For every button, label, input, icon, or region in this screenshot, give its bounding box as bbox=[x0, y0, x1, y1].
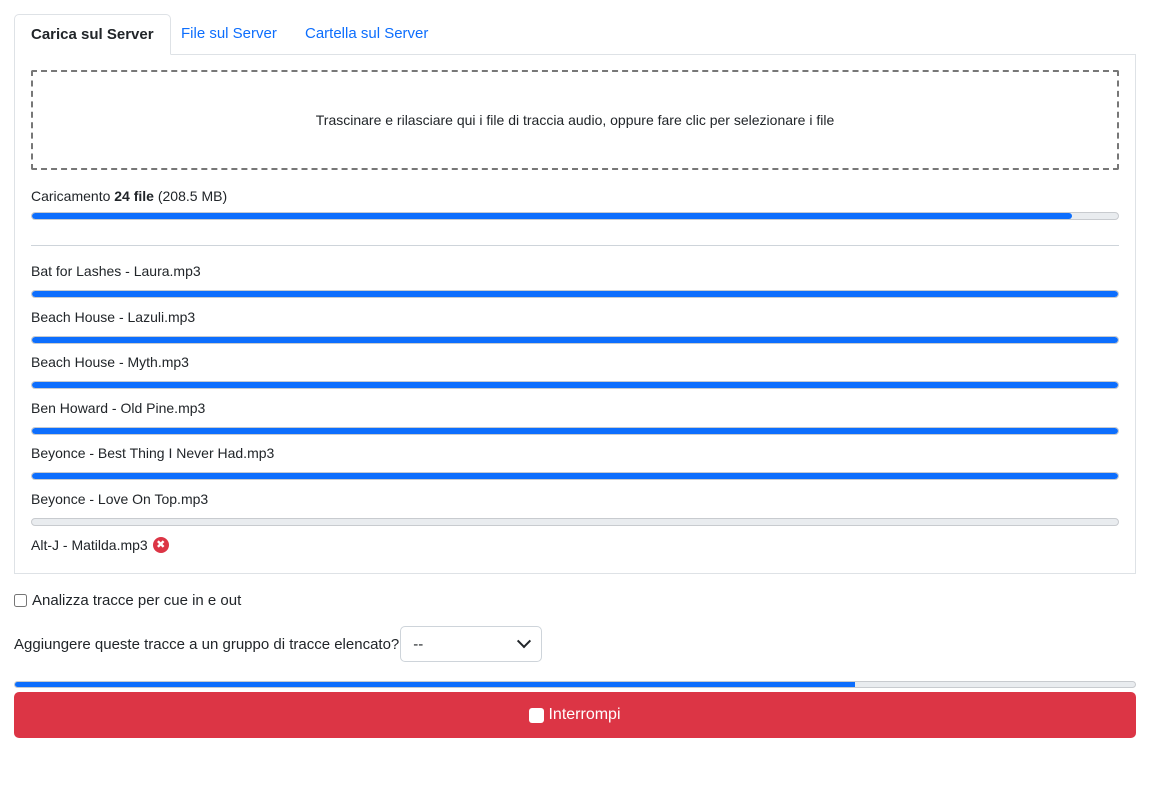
stop-button[interactable]: Interrompi bbox=[14, 692, 1136, 738]
file-name-text: Beach House - Myth.mp3 bbox=[31, 354, 189, 371]
file-name: Bat for Lashes - Laura.mp3 bbox=[31, 263, 201, 279]
file-progress-fill bbox=[32, 291, 1118, 297]
file-name-text: Beyonce - Best Thing I Never Had.mp3 bbox=[31, 445, 275, 462]
file-progress-fill bbox=[32, 473, 1118, 480]
file-name: Beach House - Lazuli.mp3 bbox=[31, 309, 195, 325]
file-progress-fill bbox=[32, 427, 1118, 434]
file-name: Beach House - Myth.mp3 bbox=[31, 354, 189, 370]
tab-upload-to-server[interactable]: Carica sul Server bbox=[14, 14, 171, 55]
file-name: Beyonce - Best Thing I Never Had.mp3 bbox=[31, 445, 274, 461]
track-group-label: Aggiungere queste tracce a un gruppo di … bbox=[14, 635, 400, 653]
file-name: Beyonce - Love On Top.mp3 bbox=[31, 491, 208, 507]
file-name-text: Beach House - Lazuli.mp3 bbox=[31, 308, 196, 325]
tab-folder-on-server[interactable]: Cartella sul Server bbox=[289, 14, 444, 54]
overall-upload-label: Caricamento 24 file (208.5 MB) bbox=[31, 188, 227, 204]
error-x-icon: ✖ bbox=[152, 536, 169, 553]
overall-file-count: 24 file bbox=[114, 188, 154, 204]
file-name-text: Bat for Lashes - Laura.mp3 bbox=[31, 263, 201, 279]
file-dropzone[interactable]: Trascinare e rilasciare qui i file di tr… bbox=[31, 70, 1119, 170]
track-group-selected-value: -- bbox=[413, 635, 424, 653]
file-name: Alt-J - Matilda.mp3 ✖ bbox=[31, 536, 169, 553]
stop-icon bbox=[529, 707, 545, 723]
main-progress-fill bbox=[15, 682, 855, 687]
file-name-text: Alt-J - Matilda.mp3 bbox=[31, 536, 148, 553]
overall-progress-fill bbox=[32, 213, 1073, 219]
file-name-text: Ben Howard - Old Pine.mp3 bbox=[31, 399, 206, 416]
overall-size: (208.5 MB) bbox=[157, 188, 228, 204]
file-progress-bar bbox=[31, 472, 1119, 481]
analyze-cue-checkbox[interactable] bbox=[14, 594, 27, 607]
file-progress-bar bbox=[31, 426, 1119, 435]
file-progress-bar bbox=[31, 290, 1119, 298]
file-progress-bar bbox=[31, 518, 1119, 526]
overall-prefix: Caricamento bbox=[31, 188, 111, 204]
file-progress-fill bbox=[32, 336, 1118, 343]
tab-bar: Carica sul Server File sul Server Cartel… bbox=[14, 14, 1136, 55]
file-progress-bar bbox=[31, 381, 1119, 390]
analyze-cue-option[interactable]: Analizza tracce per cue in e out bbox=[14, 592, 241, 609]
divider bbox=[31, 245, 1119, 246]
stop-button-label: Interrompi bbox=[548, 706, 621, 723]
analyze-cue-label: Analizza tracce per cue in e out bbox=[32, 592, 242, 609]
chevron-down-icon bbox=[517, 634, 532, 649]
dropzone-text: Trascinare e rilasciare qui i file di tr… bbox=[315, 112, 835, 128]
file-progress-fill bbox=[32, 382, 1118, 389]
file-name: Ben Howard - Old Pine.mp3 bbox=[31, 400, 205, 416]
file-name-text: Beyonce - Love On Top.mp3 bbox=[31, 491, 209, 507]
file-progress-bar bbox=[31, 335, 1119, 344]
track-group-row: Aggiungere queste tracce a un gruppo di … bbox=[14, 626, 543, 662]
upload-panel: Trascinare e rilasciare qui i file di tr… bbox=[14, 54, 1136, 574]
tab-files-on-server[interactable]: File sul Server bbox=[165, 14, 293, 54]
main-progress-bar bbox=[14, 681, 1136, 688]
track-group-select[interactable]: -- bbox=[400, 626, 543, 662]
overall-progress-bar bbox=[31, 212, 1119, 220]
